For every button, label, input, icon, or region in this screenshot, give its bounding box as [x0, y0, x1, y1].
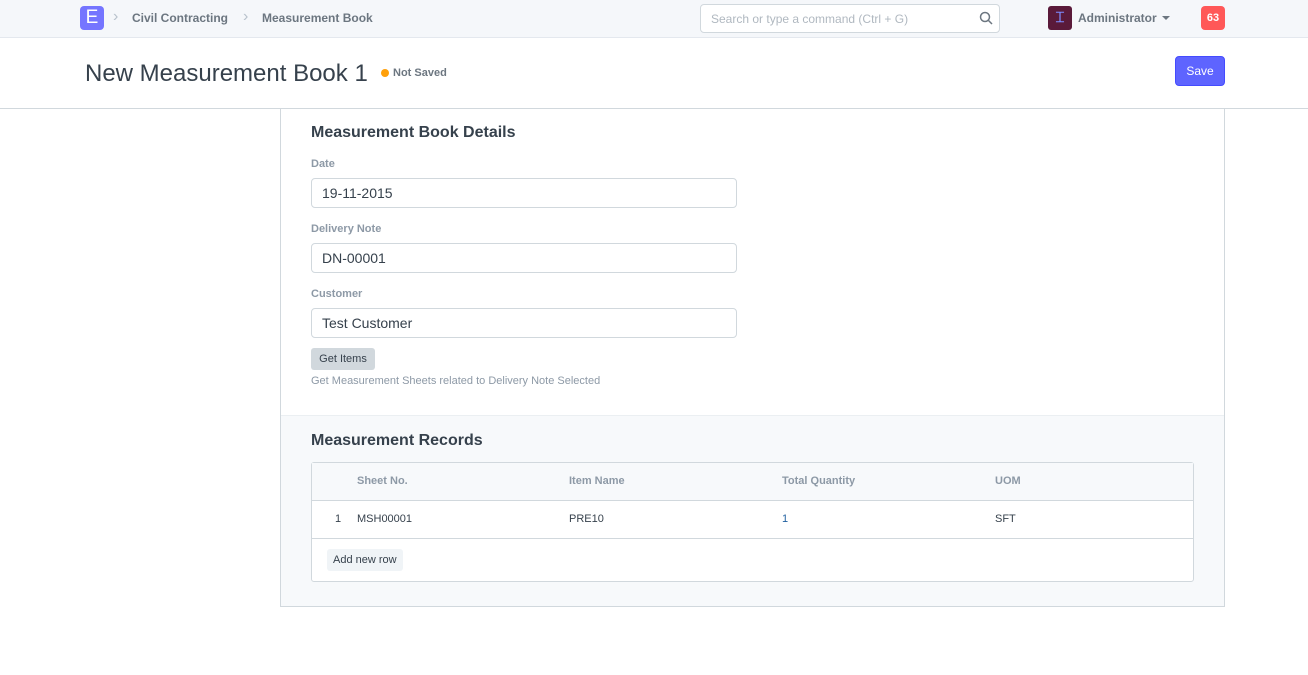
search-icon [979, 11, 993, 25]
search-input[interactable]: Search or type a command (Ctrl + G) [700, 4, 1000, 33]
chevron-right-icon: › [243, 8, 249, 25]
notifications-badge[interactable]: 63 [1201, 6, 1225, 30]
row-index: 1 [335, 513, 342, 525]
cell-item-name[interactable]: PRE10 [569, 513, 604, 525]
add-new-row-button[interactable]: Add new row [327, 549, 403, 571]
breadcrumb-measurement-book[interactable]: Measurement Book [262, 11, 373, 25]
section-heading: Measurement Records [311, 432, 483, 449]
user-menu[interactable]: Administrator [1078, 11, 1157, 25]
navbar: E › Civil Contracting › Measurement Book… [0, 0, 1308, 38]
table-header: Sheet No. Item Name Total Quantity UOM [312, 463, 1193, 501]
cell-sheet-no[interactable]: MSH00001 [357, 513, 412, 525]
page-title: New Measurement Book 1 [85, 60, 368, 87]
customer-label: Customer [311, 288, 363, 300]
records-table: Sheet No. Item Name Total Quantity UOM 1… [311, 462, 1194, 582]
section-heading: Measurement Book Details [311, 124, 516, 141]
col-uom: UOM [995, 475, 1021, 487]
date-field[interactable]: 19-11-2015 [311, 178, 737, 208]
delivery-note-field[interactable]: DN-00001 [311, 243, 737, 273]
save-button[interactable]: Save [1175, 56, 1225, 86]
status-dot-icon [381, 69, 389, 77]
col-total-quantity: Total Quantity [782, 475, 856, 487]
avatar[interactable]: ⌶ [1048, 6, 1072, 30]
col-item-name: Item Name [569, 475, 625, 487]
caret-down-icon[interactable] [1162, 16, 1170, 20]
cell-total-quantity[interactable]: 1 [782, 513, 788, 525]
measurement-records-section: Measurement Records Sheet No. Item Name … [281, 415, 1224, 606]
col-sheet-no: Sheet No. [357, 475, 408, 487]
delivery-note-label: Delivery Note [311, 223, 382, 235]
chevron-right-icon: › [113, 8, 119, 25]
get-items-button[interactable]: Get Items [311, 348, 375, 370]
help-text: Get Measurement Sheets related to Delive… [311, 375, 601, 387]
form: Measurement Book Details Date 19-11-2015… [280, 108, 1225, 607]
app-logo[interactable]: E [80, 6, 104, 30]
cell-uom[interactable]: SFT [995, 513, 1016, 525]
table-row[interactable]: 1 MSH00001 PRE10 1 SFT [312, 501, 1193, 539]
breadcrumb-civil-contracting[interactable]: Civil Contracting [132, 11, 228, 25]
customer-field[interactable]: Test Customer [311, 308, 737, 338]
status-badge: Not Saved [393, 67, 447, 79]
date-label: Date [311, 158, 335, 170]
search-placeholder: Search or type a command (Ctrl + G) [711, 12, 909, 26]
